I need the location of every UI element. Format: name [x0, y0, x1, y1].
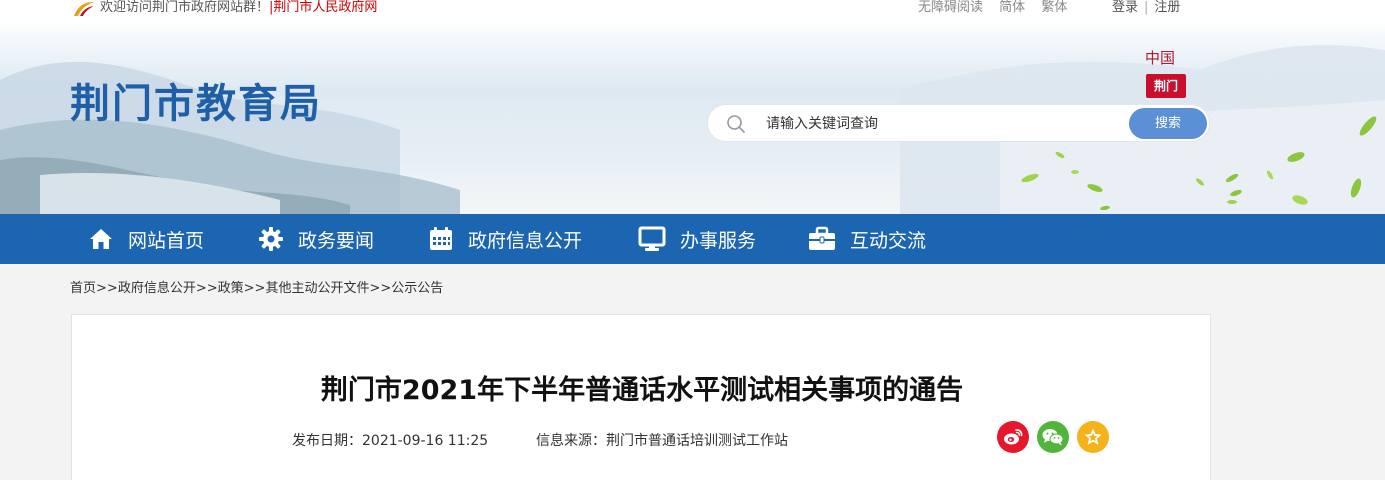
- breadcrumb-separator: >>: [195, 281, 218, 296]
- breadcrumb-separator: >>: [243, 281, 266, 296]
- nav-item-info-disclosure[interactable]: 政府信息公开: [428, 214, 582, 264]
- nav-label-interaction: 互动交流: [850, 229, 927, 252]
- nav-label-info-disclosure: 政府信息公开: [468, 229, 583, 252]
- share-weibo-button[interactable]: [997, 421, 1029, 453]
- article-title: 荆门市2021年下半年普通话水平测试相关事项的通告: [320, 375, 964, 406]
- monitor-icon: [638, 226, 666, 251]
- user-links: 登录 | 注册: [1112, 0, 1180, 16]
- portal-link[interactable]: 荆门市人民政府网: [273, 0, 377, 15]
- nav-label-news: 政务要闻: [298, 229, 375, 252]
- simplified-chinese-link[interactable]: 简体: [999, 0, 1025, 15]
- nav-item-services[interactable]: 办事服务: [638, 214, 756, 264]
- seal-text: 中国: [1145, 49, 1176, 67]
- breadcrumb-info-disclosure[interactable]: 政府信息公开: [118, 281, 196, 296]
- traditional-chinese-link[interactable]: 繁体: [1041, 0, 1067, 15]
- calendar-icon: [430, 227, 452, 250]
- share-wechat-button[interactable]: [1037, 421, 1069, 453]
- jingmen-seal-logo: 中国 荆门: [1143, 48, 1189, 102]
- breadcrumb: 首页>>政府信息公开>>政策>>其他主动公开文件>>公示公告: [70, 281, 443, 297]
- share-favorite-button[interactable]: [1077, 421, 1109, 453]
- info-source: 信息来源：荆门市普通话培训测试工作站: [536, 433, 788, 449]
- breadcrumb-separator: >>: [369, 281, 392, 296]
- breadcrumb-home[interactable]: 首页: [70, 281, 96, 296]
- weibo-icon: [1004, 429, 1023, 445]
- gear-icon: [259, 227, 283, 251]
- welcome-message: 欢迎访问荆门市政府网站群！|荆门市人民政府网: [100, 0, 378, 15]
- decorative-leaves: [1021, 116, 1377, 211]
- nav-label-services: 办事服务: [680, 229, 757, 252]
- user-link-divider: |: [1144, 0, 1149, 15]
- welcome-text: 欢迎访问荆门市政府网站群！: [100, 0, 270, 15]
- nav-item-news[interactable]: 政务要闻: [258, 214, 374, 264]
- header-banner: 欢迎访问荆门市政府网站群！|荆门市人民政府网 无障碍阅读 简体 繁体 登录 | 注册…: [0, 0, 1385, 214]
- wechat-icon: [1042, 429, 1064, 446]
- nav-item-home[interactable]: 网站首页: [88, 214, 204, 264]
- search-icon: [727, 115, 745, 133]
- publish-date: 发布日期：2021-09-16 11:25: [292, 433, 489, 449]
- breadcrumb-other-files[interactable]: 其他主动公开文件: [265, 281, 369, 296]
- accessibility-link[interactable]: 无障碍阅读: [918, 0, 983, 15]
- seal-stamp: 荆门: [1146, 74, 1186, 98]
- home-icon: [90, 229, 112, 249]
- main-navigation: 网站首页 政务要闻 政府信息公开 办事服务 互动交流: [0, 214, 1385, 264]
- register-link[interactable]: 注册: [1154, 0, 1180, 15]
- login-link[interactable]: 登录: [1112, 0, 1138, 15]
- briefcase-icon: [809, 226, 835, 250]
- government-logo-icon: [74, 2, 94, 16]
- nav-item-interaction[interactable]: 互动交流: [808, 214, 926, 264]
- breadcrumb-policy[interactable]: 政策: [218, 281, 244, 296]
- breadcrumb-announcements[interactable]: 公示公告: [391, 281, 443, 296]
- display-options: 无障碍阅读 简体 繁体: [918, 0, 1079, 16]
- site-title[interactable]: 荆门市教育局: [70, 80, 322, 128]
- breadcrumb-separator: >>: [96, 281, 118, 296]
- article-panel: 荆门市2021年下半年普通话水平测试相关事项的通告 发布日期：2021-09-1…: [71, 314, 1211, 480]
- favorite-star-icon: [1084, 428, 1102, 445]
- nav-label-home: 网站首页: [128, 229, 205, 252]
